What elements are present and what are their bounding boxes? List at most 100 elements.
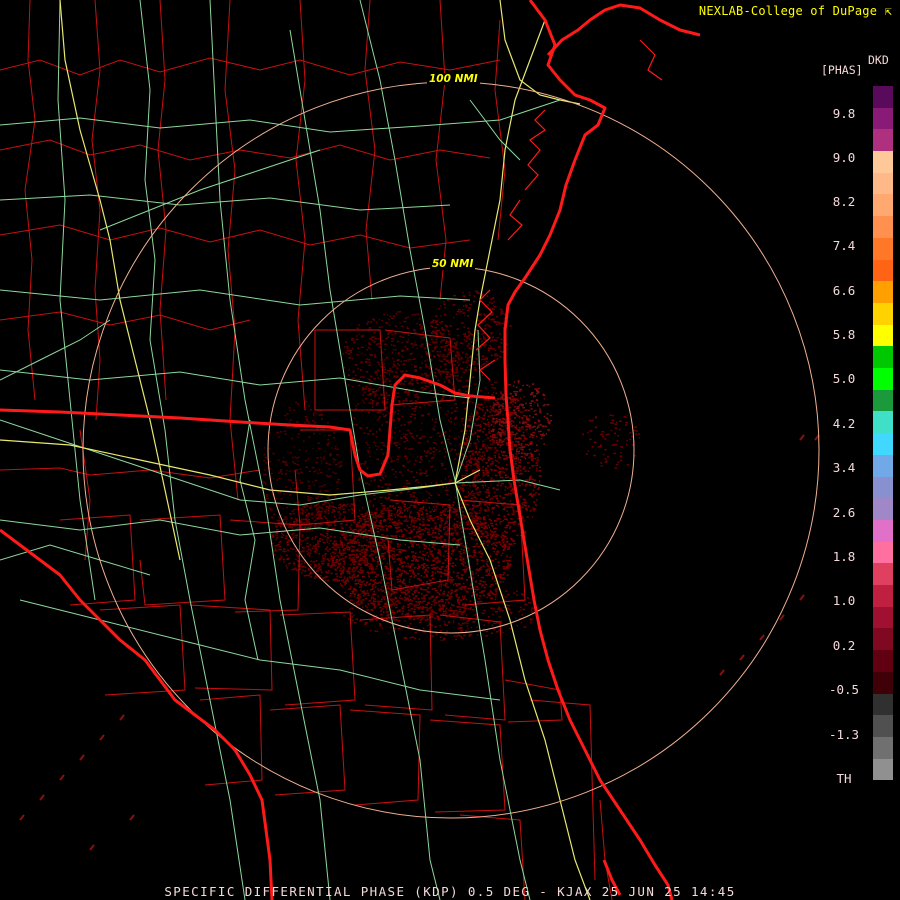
- echo-pixel: [333, 552, 335, 555]
- echo-pixel: [527, 505, 530, 507]
- echo-pixel: [445, 371, 447, 373]
- echo-pixel: [407, 469, 410, 471]
- echo-pixel: [587, 450, 589, 452]
- echo-pixel: [411, 342, 413, 345]
- echo-pixel: [395, 554, 399, 556]
- echo-pixel: [358, 544, 361, 546]
- echo-pixel: [484, 522, 487, 524]
- echo-pixel: [295, 401, 298, 404]
- echo-pixel: [500, 410, 502, 412]
- echo-pixel: [491, 457, 493, 460]
- echo-pixel: [478, 440, 480, 443]
- echo-pixel: [361, 549, 363, 551]
- echo-pixel: [508, 383, 511, 386]
- echo-pixel: [397, 461, 399, 463]
- echo-pixel: [486, 527, 489, 529]
- echo-pixel: [312, 545, 316, 547]
- echo-pixel: [498, 514, 500, 516]
- echo-pixel: [450, 603, 452, 606]
- echo-pixel: [430, 515, 433, 517]
- echo-pixel: [412, 556, 414, 558]
- echo-pixel: [469, 356, 472, 358]
- echo-pixel: [467, 588, 469, 590]
- echo-pixel: [444, 559, 447, 561]
- echo-pixel: [436, 566, 439, 568]
- echo-pixel: [482, 374, 483, 376]
- echo-pixel: [536, 427, 538, 429]
- echo-pixel: [449, 430, 451, 432]
- echo-pixel: [434, 421, 437, 423]
- echo-pixel: [389, 367, 391, 370]
- echo-pixel: [435, 597, 438, 599]
- echo-pixel: [405, 529, 408, 532]
- echo-pixel: [432, 451, 435, 453]
- echo-pixel: [473, 518, 477, 520]
- echo-pixel: [339, 522, 343, 525]
- echo-pixel: [533, 486, 536, 489]
- echo-pixel: [614, 427, 618, 429]
- echo-pixel: [438, 561, 441, 563]
- echo-pixel: [458, 550, 462, 553]
- echo-pixel: [532, 434, 535, 437]
- echo-pixel: [442, 339, 445, 341]
- echo-pixel: [420, 337, 423, 339]
- echo-pixel: [322, 535, 325, 537]
- echo-pixel: [504, 544, 506, 547]
- echo-pixel: [408, 506, 411, 509]
- echo-pixel: [437, 518, 439, 520]
- echo-pixel: [434, 548, 436, 550]
- echo-pixel: [460, 376, 463, 379]
- echo-pixel: [525, 443, 528, 446]
- echo-pixel: [509, 411, 512, 414]
- echo-pixel: [391, 340, 394, 342]
- echo-pixel: [398, 506, 400, 509]
- echo-pixel: [263, 453, 266, 456]
- echo-pixel: [461, 531, 463, 533]
- echo-pixel: [499, 356, 502, 358]
- echo-pixel: [477, 407, 481, 409]
- echo-pixel: [410, 435, 414, 438]
- echo-pixel: [389, 519, 392, 521]
- echo-pixel: [339, 576, 342, 578]
- echo-pixel: [513, 409, 516, 411]
- echo-pixel: [353, 417, 356, 420]
- echo-pixel: [480, 556, 483, 558]
- echo-pixel: [614, 467, 618, 469]
- echo-pixel: [604, 438, 607, 440]
- echo-pixel: [331, 527, 334, 530]
- echo-pixel: [409, 514, 411, 517]
- echo-pixel: [326, 579, 330, 582]
- echo-pixel: [479, 520, 481, 523]
- echo-pixel: [478, 491, 482, 493]
- echo-pixel: [535, 428, 536, 431]
- echo-pixel: [453, 410, 456, 412]
- echo-pixel: [346, 544, 348, 547]
- echo-pixel: [488, 432, 491, 434]
- echo-pixel: [343, 563, 346, 565]
- echo-pixel: [384, 544, 386, 547]
- echo-pixel: [440, 520, 442, 523]
- echo-pixel: [347, 353, 351, 355]
- echo-pixel: [433, 567, 436, 570]
- echo-pixel: [447, 440, 449, 443]
- echo-pixel: [430, 575, 433, 577]
- echo-pixel: [378, 343, 381, 345]
- echo-pixel: [342, 508, 346, 510]
- echo-pixel: [499, 577, 501, 579]
- echo-pixel: [491, 576, 493, 578]
- echo-pixel: [611, 414, 614, 417]
- echo-pixel: [531, 509, 533, 511]
- echo-pixel: [307, 574, 310, 577]
- echo-pixel: [419, 367, 423, 369]
- radar-map[interactable]: [0, 0, 900, 900]
- echo-pixel: [327, 560, 331, 562]
- echo-pixel: [407, 339, 409, 341]
- echo-pixel: [349, 528, 352, 530]
- echo-pixel: [469, 443, 472, 445]
- echo-pixel: [313, 577, 316, 579]
- echo-pixel: [411, 517, 414, 520]
- echo-pixel: [397, 340, 400, 343]
- echo-pixel: [392, 363, 395, 366]
- echo-pixel: [522, 420, 525, 422]
- echo-pixel: [400, 530, 403, 533]
